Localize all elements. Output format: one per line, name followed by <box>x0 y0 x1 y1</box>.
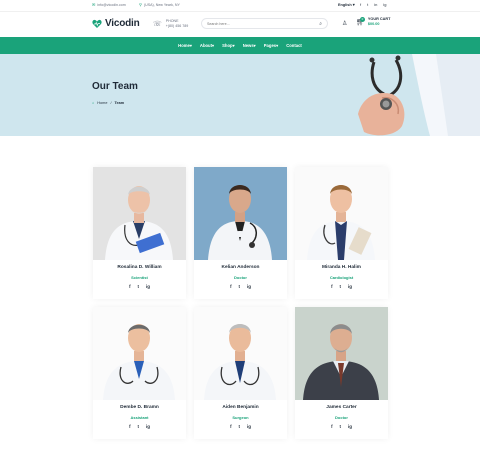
member-socials: f t ig <box>194 284 287 289</box>
twitter-icon[interactable]: t <box>138 424 139 429</box>
twitter-icon[interactable]: t <box>340 284 341 289</box>
team-member-role: Assistant <box>130 415 149 420</box>
team-member-name[interactable]: Miranda H. Halim <box>295 265 388 270</box>
doctor-stethoscope-image <box>352 54 480 136</box>
facebook-icon[interactable]: f <box>129 284 130 289</box>
member-socials: f t ig <box>93 284 186 289</box>
team-member-role: Scientist <box>131 275 148 280</box>
search-input[interactable] <box>207 21 317 26</box>
twitter-icon[interactable]: t <box>367 2 368 7</box>
heart-logo-icon <box>92 19 102 28</box>
email-text: info@vicodin.com <box>97 2 126 7</box>
home-icon: ⌂ <box>92 101 95 105</box>
main-nav: Home▾ About▾ Shop▾ News▾ Pages▾ Contact <box>0 37 480 54</box>
cart-count-badge: 0 <box>360 17 365 22</box>
phone-icon: ☏ <box>153 21 162 28</box>
instagram-icon[interactable]: ig <box>348 284 352 289</box>
mail-icon: ✉ <box>92 2 96 7</box>
team-member-name[interactable]: Aiden Benjamin <box>194 405 287 410</box>
team-card[interactable]: James Carter Doctor f t ig <box>295 307 388 439</box>
nav-news[interactable]: News▾ <box>243 43 256 48</box>
facebook-icon[interactable]: f <box>230 284 231 289</box>
cart-icon: 🛒︎ 0 <box>356 17 365 26</box>
team-card[interactable]: Kelian Anderson Doctor f t ig <box>194 167 287 299</box>
page-title: Our Team <box>92 81 138 92</box>
language-select[interactable]: English ▾ <box>338 2 355 7</box>
address-info: ⚲ (USA), New Yeark, NY <box>139 2 180 7</box>
team-card[interactable]: Miranda H. Halim Cardiologist f t ig <box>295 167 388 299</box>
cart[interactable]: 🛒︎ 0 YOUR CART $00.00 <box>356 17 390 27</box>
top-socials: f t in ig <box>360 2 387 7</box>
breadcrumb-current: Team <box>114 101 125 105</box>
member-socials: f t ig <box>295 424 388 429</box>
facebook-icon[interactable]: f <box>331 284 332 289</box>
page-hero: Our Team ⌂ Home / Team <box>0 54 480 136</box>
team-member-name[interactable]: Kelian Anderson <box>194 265 287 270</box>
instagram-icon[interactable]: ig <box>146 284 150 289</box>
search-box: ⌕ <box>201 18 328 29</box>
member-socials: f t ig <box>194 424 287 429</box>
nav-pages[interactable]: Pages▾ <box>264 43 278 48</box>
nav-home[interactable]: Home▾ <box>178 43 192 48</box>
team-member-role: Doctor <box>234 275 247 280</box>
nav-shop[interactable]: Shop▾ <box>222 43 235 48</box>
facebook-icon[interactable]: f <box>331 424 332 429</box>
facebook-icon[interactable]: f <box>360 2 361 7</box>
phone-number: +(80) 456 789 <box>165 24 189 28</box>
member-socials: f t ig <box>295 284 388 289</box>
team-member-role: Doctor <box>335 415 348 420</box>
team-photo <box>194 167 287 260</box>
breadcrumb-home[interactable]: Home <box>97 101 107 105</box>
team-photo <box>295 307 388 400</box>
facebook-icon[interactable]: f <box>129 424 130 429</box>
nav-contact[interactable]: Contact <box>286 43 302 48</box>
team-photo <box>93 307 186 400</box>
phone-info[interactable]: ☏ PHONE +(80) 456 789 <box>153 19 188 29</box>
twitter-icon[interactable]: t <box>239 284 240 289</box>
breadcrumb-separator: / <box>110 101 112 105</box>
user-icon[interactable]: ♙ <box>342 20 347 27</box>
site-header: Vicodin ☏ PHONE +(80) 456 789 ⌕ ♙ 🛒︎0 YO… <box>0 12 480 37</box>
team-card[interactable]: Dembe D. Bramn Assistant f t ig <box>93 307 186 439</box>
team-photo <box>194 307 287 400</box>
logo-text: Vicodin <box>105 18 140 29</box>
team-card[interactable]: Rosalina D. William Scientist f t ig <box>93 167 186 299</box>
team-card[interactable]: Aiden Benjamin Surgeon f t ig <box>194 307 287 439</box>
member-socials: f t ig <box>93 424 186 429</box>
twitter-icon[interactable]: t <box>340 424 341 429</box>
search-icon[interactable]: ⌕ <box>319 21 322 27</box>
cart-amount: $00.00 <box>367 22 380 26</box>
team-member-name[interactable]: Rosalina D. William <box>93 265 186 270</box>
instagram-icon[interactable]: ig <box>247 424 251 429</box>
location-icon: ⚲ <box>139 2 142 7</box>
team-member-role: Cardiologist <box>329 275 354 280</box>
logo[interactable]: Vicodin <box>92 18 140 29</box>
breadcrumb: ⌂ Home / Team <box>92 101 124 105</box>
nav-about[interactable]: About▾ <box>200 43 214 48</box>
team-member-name[interactable]: James Carter <box>295 405 388 410</box>
instagram-icon[interactable]: ig <box>247 284 251 289</box>
linkedin-icon[interactable]: in <box>374 2 377 7</box>
top-bar: ✉ info@vicodin.com ⚲ (USA), New Yeark, N… <box>0 0 480 12</box>
twitter-icon[interactable]: t <box>239 424 240 429</box>
instagram-icon[interactable]: ig <box>146 424 150 429</box>
address-text: (USA), New Yeark, NY <box>143 2 180 7</box>
email-info[interactable]: ✉ info@vicodin.com <box>92 2 126 7</box>
twitter-icon[interactable]: t <box>138 284 139 289</box>
team-photo <box>93 167 186 260</box>
team-member-role: Surgeon <box>232 415 249 420</box>
instagram-icon[interactable]: ig <box>348 424 352 429</box>
team-photo <box>295 167 388 260</box>
facebook-icon[interactable]: f <box>230 424 231 429</box>
instagram-icon[interactable]: ig <box>383 2 386 7</box>
team-member-name[interactable]: Dembe D. Bramn <box>93 405 186 410</box>
